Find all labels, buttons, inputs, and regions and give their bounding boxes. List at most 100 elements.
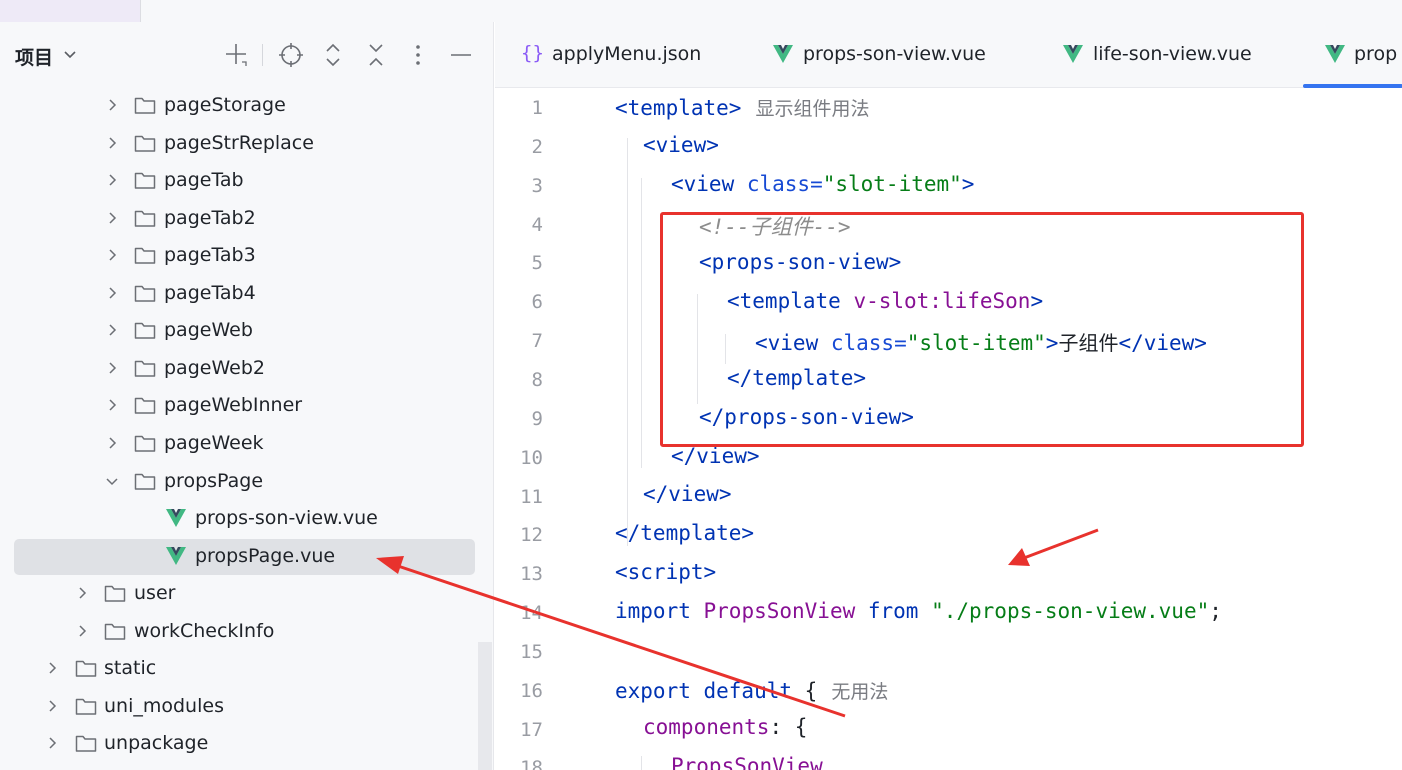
code-line-10[interactable]: </view> [671, 444, 760, 468]
folder-icon [134, 285, 156, 302]
folder-icon [75, 736, 97, 753]
project-panel: 项目 pageStorage pageStrReplace pageTab pageT… [0, 22, 494, 770]
vue-icon [166, 509, 186, 528]
tree-scrollbar[interactable] [478, 642, 492, 770]
folder-icon [134, 247, 156, 264]
tree-item-label: pageWebInner [164, 394, 303, 417]
tree-item-folder[interactable]: pageStrReplace [0, 125, 494, 162]
code-line-17[interactable]: components: { [643, 715, 807, 739]
tree-item-folder[interactable]: propsPage [0, 463, 494, 500]
code-line-13[interactable]: <script> [615, 560, 716, 584]
code-line-9[interactable]: </props-son-view> [699, 405, 914, 429]
tree-item-folder[interactable]: pageWeek [0, 425, 494, 462]
chevron-right-icon[interactable] [45, 699, 59, 713]
chevron-right-icon[interactable] [45, 661, 59, 675]
chevron-right-icon[interactable] [75, 624, 89, 638]
json-icon: {} [521, 42, 544, 64]
tree-item-file[interactable]: propsPage.vue [0, 538, 494, 575]
add-icon[interactable] [222, 40, 252, 70]
chevron-right-icon[interactable] [105, 98, 119, 112]
code-line-11[interactable]: </view> [643, 482, 732, 506]
code-line-18[interactable]: PropsSonView [671, 754, 823, 770]
tree-item-folder[interactable]: pageTab4 [0, 275, 494, 312]
code-line-8[interactable]: </template> [727, 366, 866, 390]
code-line-3[interactable]: <view class="slot-item"> [671, 172, 974, 196]
chevron-right-icon[interactable] [105, 211, 119, 225]
tag-token: > [1045, 331, 1059, 355]
indent-guide [697, 294, 698, 404]
vue-icon [1063, 45, 1083, 63]
chevron-right-icon[interactable] [105, 248, 119, 262]
line-number: 4 [531, 213, 543, 236]
chevron-right-icon[interactable] [105, 286, 119, 300]
tag-token: <view [755, 331, 831, 355]
tree-item-folder[interactable]: uni_modules [0, 688, 494, 725]
chevron-right-icon[interactable] [45, 736, 59, 750]
hide-icon[interactable] [446, 40, 476, 70]
punct-token: { [804, 679, 818, 703]
tree-item-label: pageWeek [164, 431, 264, 454]
tree-item-folder[interactable]: pageTab2 [0, 200, 494, 237]
more-icon[interactable] [403, 40, 433, 70]
code-line-1[interactable]: <template> 显示组件用法 [615, 94, 869, 121]
title-strip-separator [140, 0, 141, 22]
string-token: "slot-item" [906, 331, 1046, 355]
identifier-token: PropsSonView [703, 599, 856, 623]
indent-guide [641, 756, 642, 770]
tree-item-label: props-son-view.vue [195, 507, 378, 530]
code-editor[interactable]: 1 2 3 4 5 6 7 8 9 10 11 12 13 14 15 16 17 18 <template> 显示… [495, 88, 1402, 770]
line-number-gutter: 1 2 3 4 5 6 7 8 9 10 11 12 13 14 15 16 17 18 [495, 88, 555, 770]
tree-item-folder[interactable]: pageWeb [0, 312, 494, 349]
tree-item-file[interactable]: props-son-view.vue [0, 500, 494, 537]
tree-item-folder[interactable]: workCheckInfo [0, 613, 494, 650]
code-line-7[interactable]: <view class="slot-item">子组件</view> [755, 327, 1207, 356]
chevron-right-icon[interactable] [75, 586, 89, 600]
folder-icon [134, 135, 156, 152]
tag-token: <template [727, 289, 854, 313]
tree-item-folder[interactable]: unpackage [0, 725, 494, 762]
tag-token: </template> [615, 521, 755, 545]
chevron-right-icon[interactable] [105, 436, 119, 450]
chevron-down-icon[interactable] [62, 46, 78, 62]
tag-token: > [961, 172, 975, 196]
chevron-right-icon[interactable] [105, 361, 119, 375]
tag-token: <template> [615, 96, 742, 120]
code-line-12[interactable]: </template> [615, 521, 754, 545]
tree-item-folder[interactable]: pageTab3 [0, 237, 494, 274]
locate-icon[interactable] [276, 40, 306, 70]
tree-item-label: pageStrReplace [164, 131, 314, 154]
tag-token: <view> [643, 133, 719, 157]
chevron-right-icon[interactable] [105, 136, 119, 150]
line-number: 14 [520, 602, 543, 625]
chevron-right-icon[interactable] [105, 323, 119, 337]
directive-token: v-slot:lifeSon [853, 289, 1031, 313]
chevron-down-icon[interactable] [105, 474, 119, 488]
line-number: 7 [531, 330, 543, 353]
collapse-all-icon[interactable] [361, 40, 391, 70]
tree-item-folder[interactable]: pageTab [0, 162, 494, 199]
usage-hint[interactable]: 显示组件用法 [755, 98, 869, 120]
string-token: "slot-item" [822, 172, 962, 196]
code-line-16[interactable]: export default {无用法 [615, 677, 888, 704]
chevron-right-icon[interactable] [105, 173, 119, 187]
expand-all-icon[interactable] [318, 40, 348, 70]
tree-item-folder[interactable]: pageStorage [0, 87, 494, 124]
tree-item-folder[interactable]: pageWebInner [0, 387, 494, 424]
tree-item-folder[interactable]: user [0, 575, 494, 612]
tab-label: applyMenu.json [552, 43, 702, 65]
tab-propspage-active[interactable]: prop [1303, 22, 1402, 88]
code-line-6[interactable]: <template v-slot:lifeSon> [727, 289, 1043, 313]
usage-hint[interactable]: 无用法 [831, 681, 888, 703]
project-panel-title[interactable]: 项目 [15, 43, 53, 70]
tree-item-folder[interactable]: pageWeb2 [0, 350, 494, 387]
folder-icon [134, 97, 156, 114]
tree-item-folder[interactable]: static [0, 650, 494, 687]
punct-token: : { [769, 715, 808, 739]
code-line-4[interactable]: <!--子组件--> [699, 211, 851, 241]
line-number: 5 [531, 252, 543, 275]
code-line-2[interactable]: <view> [643, 133, 719, 157]
chevron-right-icon[interactable] [105, 398, 119, 412]
code-line-5[interactable]: <props-son-view> [699, 250, 901, 274]
code-line-14[interactable]: import PropsSonView from "./props-son-vi… [615, 599, 1222, 623]
tag-token: <script> [615, 560, 717, 584]
